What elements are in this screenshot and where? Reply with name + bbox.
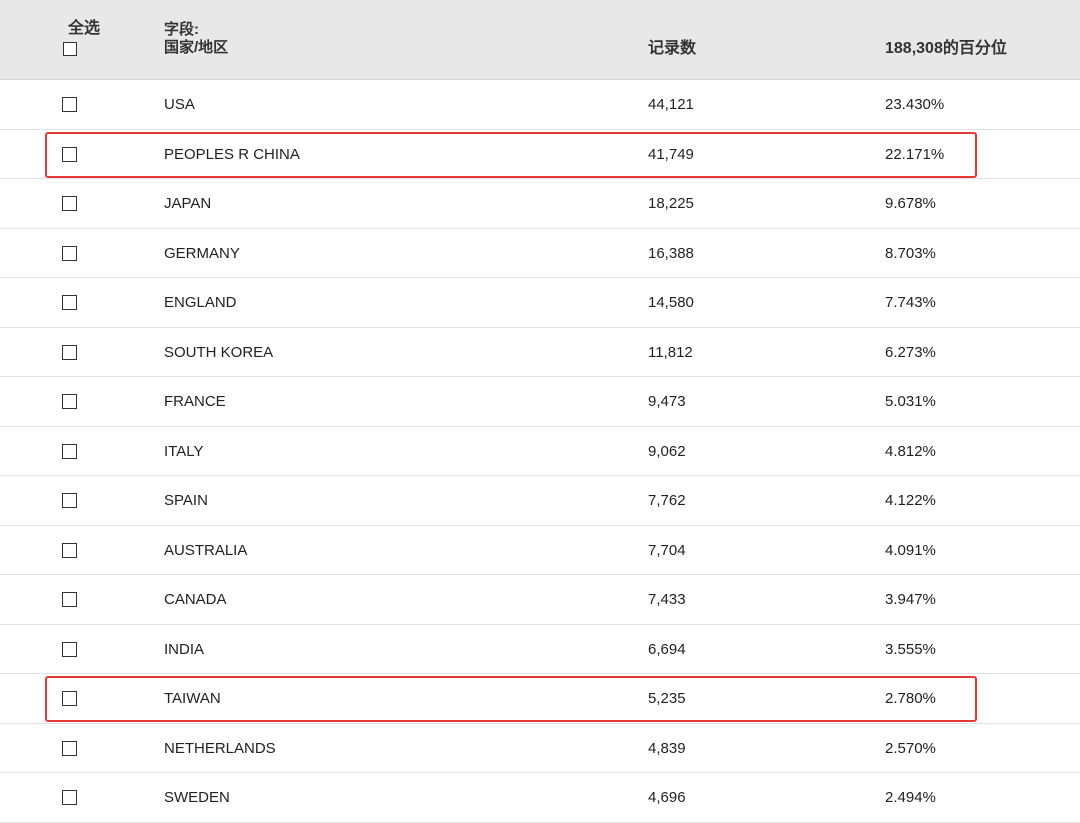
record-count-cell: 7,433 xyxy=(648,591,686,608)
table-row: ENGLAND 14,580 7.743% xyxy=(0,278,1080,328)
table-header: 全选 字段: 国家/地区 记录数 188,308的百分位 xyxy=(0,0,1080,80)
row-checkbox[interactable] xyxy=(62,493,77,508)
table-row: ITALY 9,062 4.812% xyxy=(0,427,1080,476)
select-all-label: 全选 xyxy=(68,20,101,37)
country-cell: INDIA xyxy=(164,640,205,658)
record-count-cell: 11,812 xyxy=(648,343,693,361)
percentage-cell: 23.430% xyxy=(885,96,945,113)
record-count-cell: 7,762 xyxy=(648,492,686,509)
percentage-cell: 8.703% xyxy=(885,244,936,262)
record-count-cell: 4,696 xyxy=(648,789,686,806)
country-cell: ITALY xyxy=(164,442,204,460)
record-count-cell: 41,749 xyxy=(648,145,694,163)
row-checkbox[interactable] xyxy=(62,245,77,261)
country-cell: FRANCE xyxy=(164,393,226,410)
row-checkbox[interactable] xyxy=(62,592,77,607)
table-row: AUSTRALIA 7,704 4.091% xyxy=(0,526,1080,575)
record-count-cell: 16,388 xyxy=(648,244,694,262)
percentage-cell: 4.091% xyxy=(885,541,936,559)
country-cell: AUSTRALIA xyxy=(164,541,248,559)
record-count-cell: 18,225 xyxy=(648,195,694,212)
country-cell: GERMANY xyxy=(164,244,240,262)
country-cell: PEOPLES R CHINA xyxy=(164,145,300,163)
percentage-cell: 5.031% xyxy=(885,393,936,410)
percentage-cell: 3.947% xyxy=(885,591,936,608)
percentage-cell: 2.494% xyxy=(885,789,936,806)
field-label: 字段: xyxy=(164,21,199,38)
table-row: SOUTH KOREA 11,812 6.273% xyxy=(0,328,1080,377)
country-cell: NETHERLANDS xyxy=(164,739,276,757)
row-checkbox[interactable] xyxy=(62,691,77,706)
record-count-cell: 7,704 xyxy=(648,541,686,559)
percentage-cell: 6.273% xyxy=(885,343,936,361)
table-row: NETHERLANDS 4,839 2.570% xyxy=(0,724,1080,773)
select-all-checkbox[interactable] xyxy=(63,42,77,56)
country-cell: SPAIN xyxy=(164,492,208,509)
table-row: GERMANY 16,388 8.703% xyxy=(0,229,1080,278)
record-count-cell: 6,694 xyxy=(648,640,686,658)
percentage-cell: 3.555% xyxy=(885,640,936,658)
table-row: SPAIN 7,762 4.122% xyxy=(0,476,1080,526)
record-count-cell: 4,839 xyxy=(648,739,686,757)
row-checkbox[interactable] xyxy=(62,641,77,657)
field-name-header[interactable]: 国家/地区 xyxy=(164,39,228,57)
row-checkbox[interactable] xyxy=(62,790,77,805)
record-count-cell: 14,580 xyxy=(648,294,694,311)
percentage-cell: 2.570% xyxy=(885,739,936,757)
table-row: FRANCE 9,473 5.031% xyxy=(0,377,1080,427)
country-cell: JAPAN xyxy=(164,195,212,212)
percentage-cell: 7.743% xyxy=(885,294,936,311)
row-checkbox[interactable] xyxy=(62,344,77,360)
row-checkbox[interactable] xyxy=(62,97,77,112)
results-table: 全选 字段: 国家/地区 记录数 188,308的百分位 USA 44,121 23… xyxy=(0,0,1080,823)
record-count-cell: 44,121 xyxy=(648,96,694,113)
row-checkbox[interactable] xyxy=(62,196,77,211)
table-row: CANADA 7,433 3.947% xyxy=(0,575,1080,625)
percentage-cell: 9.678% xyxy=(885,195,936,212)
table-row: JAPAN 18,225 9.678% xyxy=(0,179,1080,229)
country-cell: TAIWAN xyxy=(164,690,221,707)
percentage-header[interactable]: 188,308的百分位 xyxy=(885,40,1007,58)
percentage-cell: 4.122% xyxy=(885,492,936,509)
percentage-cell: 2.780% xyxy=(885,690,936,707)
table-row: INDIA 6,694 3.555% xyxy=(0,625,1080,674)
country-cell: USA xyxy=(164,96,195,113)
percentage-cell: 22.171% xyxy=(885,145,945,163)
table-body: USA 44,121 23.430% PEOPLES R CHINA 41,749 22.… xyxy=(0,80,1080,823)
row-checkbox[interactable] xyxy=(62,394,77,409)
row-checkbox[interactable] xyxy=(62,146,77,162)
table-row: TAIWAN 5,235 2.780% xyxy=(0,674,1080,724)
country-cell: CANADA xyxy=(164,591,227,608)
record-count-cell: 9,062 xyxy=(648,442,686,460)
country-cell: ENGLAND xyxy=(164,294,237,311)
record-count-cell: 5,235 xyxy=(648,690,686,707)
percentage-cell: 4.812% xyxy=(885,442,936,460)
table-row: PEOPLES R CHINA 41,749 22.171% xyxy=(0,130,1080,179)
country-cell: SOUTH KOREA xyxy=(164,343,274,361)
record-count-cell: 9,473 xyxy=(648,393,686,410)
row-checkbox[interactable] xyxy=(62,740,77,756)
row-checkbox[interactable] xyxy=(62,443,77,459)
country-cell: SWEDEN xyxy=(164,789,230,806)
row-checkbox[interactable] xyxy=(62,542,77,558)
table-row: USA 44,121 23.430% xyxy=(0,80,1080,130)
table-row: SWEDEN 4,696 2.494% xyxy=(0,773,1080,823)
record-count-header[interactable]: 记录数 xyxy=(648,40,696,58)
row-checkbox[interactable] xyxy=(62,295,77,310)
